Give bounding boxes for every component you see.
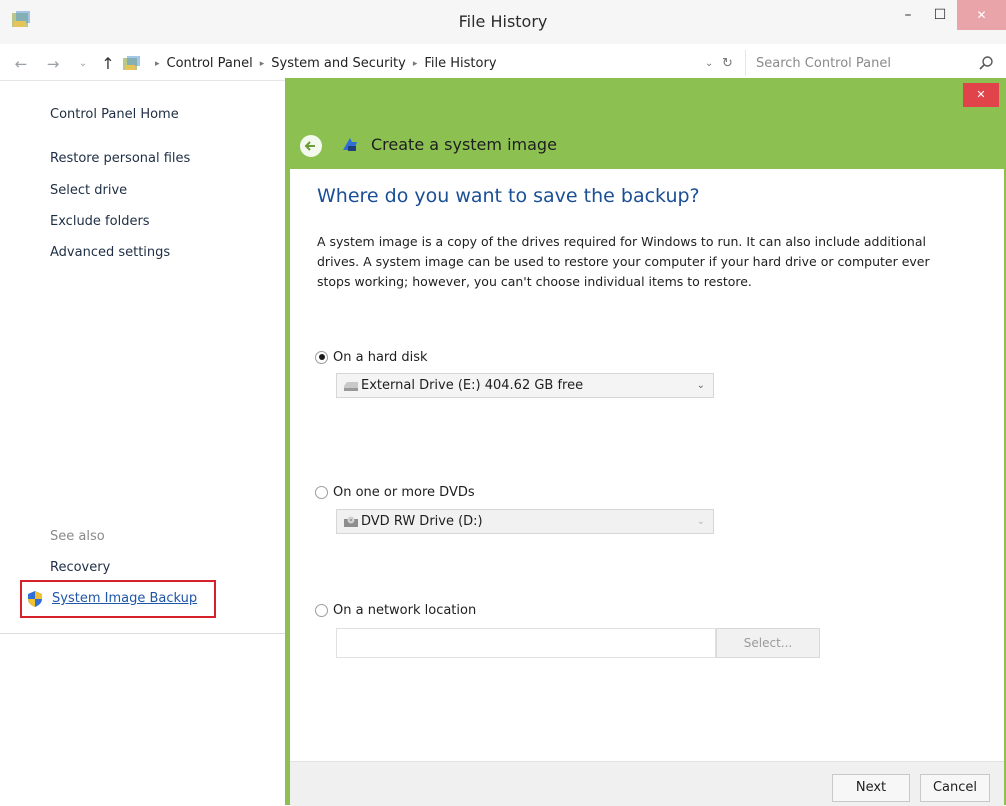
dvd-radio[interactable]	[315, 485, 328, 499]
see-also-heading: See also	[50, 529, 105, 544]
search-input[interactable]	[756, 50, 966, 76]
address-dropdown-chevron-icon[interactable]: ⌄	[705, 52, 713, 76]
restore-personal-files-link[interactable]: Restore personal files	[50, 151, 190, 166]
dvd-select[interactable]: DVD RW Drive (D:) ⌄	[336, 509, 714, 534]
shield-icon	[28, 591, 42, 607]
window-title: File History	[458, 12, 548, 31]
refresh-icon[interactable]: ↻	[722, 52, 733, 76]
breadcrumb: ▸ Control Panel ▸ System and Security ▸ …	[122, 52, 497, 76]
network-location-radio-option[interactable]: On a network location	[315, 600, 476, 620]
search-icon[interactable]	[978, 55, 994, 71]
hard-disk-radio[interactable]	[315, 350, 328, 364]
address-bar: ← → ⌄ ↑ ▸ Control Panel ▸ System and Sec…	[0, 48, 1006, 81]
wizard-footer: Next Cancel	[290, 761, 1004, 806]
hard-disk-radio-option[interactable]: On a hard disk	[315, 347, 428, 367]
dvd-label: On one or more DVDs	[333, 484, 475, 500]
breadcrumb-separator-icon: ▸	[259, 59, 265, 69]
minimize-button[interactable]: –	[893, 0, 923, 30]
wizard-content: Where do you want to save the backup? A …	[290, 169, 1004, 806]
exclude-folders-link[interactable]: Exclude folders	[50, 214, 150, 229]
system-image-backup-highlight: System Image Backup	[20, 580, 216, 618]
dvd-radio-option[interactable]: On one or more DVDs	[315, 482, 475, 502]
backup-icon	[343, 138, 357, 151]
wizard-close-button[interactable]: ✕	[963, 83, 999, 107]
title-bar: File History – ☐ ✕	[0, 0, 1006, 44]
advanced-settings-link[interactable]: Advanced settings	[50, 245, 170, 260]
dvd-selected-value: DVD RW Drive (D:)	[361, 514, 483, 529]
external-drive-icon	[344, 382, 358, 391]
recovery-link[interactable]: Recovery	[50, 560, 110, 575]
hard-disk-selected-value: External Drive (E:) 404.62 GB free	[361, 378, 584, 393]
network-location-input[interactable]	[336, 628, 716, 658]
breadcrumb-separator-icon: ▸	[155, 59, 160, 69]
close-window-button[interactable]: ✕	[957, 0, 1006, 30]
system-image-backup-link[interactable]: System Image Backup	[52, 591, 197, 606]
select-drive-link[interactable]: Select drive	[50, 183, 127, 198]
page-heading: Where do you want to save the backup?	[317, 185, 700, 207]
up-arrow-icon[interactable]: ↑	[97, 52, 119, 76]
create-system-image-wizard: ✕ Create a system image Where do you wan…	[285, 78, 1006, 806]
hard-disk-select[interactable]: External Drive (E:) 404.62 GB free ⌄	[336, 373, 714, 398]
hard-disk-label: On a hard disk	[333, 349, 428, 365]
network-location-label: On a network location	[333, 602, 477, 618]
control-panel-home-link[interactable]: Control Panel Home	[50, 107, 179, 122]
breadcrumb-separator-icon: ▸	[412, 59, 418, 69]
description-text: A system image is a copy of the drives r…	[317, 234, 930, 289]
left-navigation-pane: Control Panel Home Restore personal file…	[0, 81, 285, 634]
next-button[interactable]: Next	[832, 774, 910, 802]
breadcrumb-control-panel[interactable]: Control Panel	[167, 52, 253, 76]
cancel-button[interactable]: Cancel	[920, 774, 990, 802]
breadcrumb-file-history[interactable]: File History	[424, 52, 496, 76]
search-box	[745, 50, 1001, 76]
dvd-drive-icon	[344, 516, 358, 527]
forward-arrow-icon[interactable]: →	[42, 52, 64, 76]
maximize-button[interactable]: ☐	[925, 0, 955, 30]
back-arrow-icon[interactable]: ←	[10, 52, 32, 76]
chevron-down-icon: ⌄	[696, 380, 705, 391]
network-select-button[interactable]: Select...	[716, 628, 820, 658]
network-location-radio[interactable]	[315, 603, 328, 617]
chevron-down-icon: ⌄	[696, 516, 705, 527]
wizard-back-arrow-icon[interactable]	[299, 134, 323, 158]
recent-locations-chevron-icon[interactable]: ⌄	[75, 52, 91, 76]
wizard-title: Create a system image	[371, 135, 557, 154]
control-panel-icon	[123, 56, 140, 70]
breadcrumb-system-and-security[interactable]: System and Security	[271, 52, 406, 76]
